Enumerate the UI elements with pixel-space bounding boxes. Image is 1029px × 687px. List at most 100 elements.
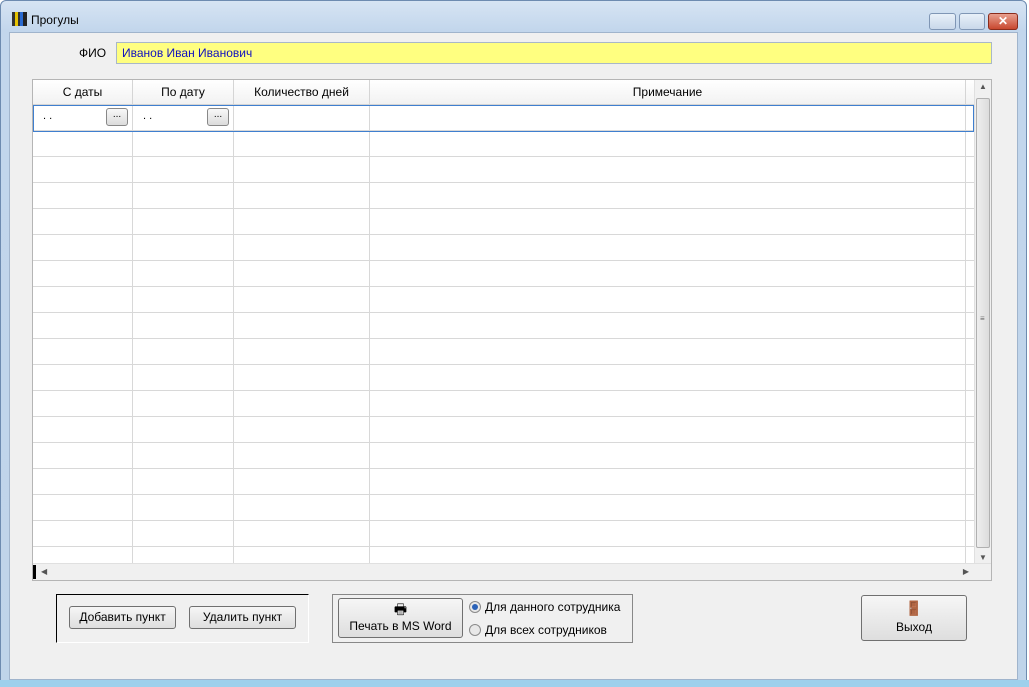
- from-date-cell[interactable]: . ....: [33, 105, 133, 131]
- column-header-days[interactable]: Количество дней: [234, 80, 370, 105]
- table-row[interactable]: . .... . ....: [33, 105, 974, 131]
- days-cell[interactable]: [234, 469, 370, 495]
- days-cell[interactable]: [234, 417, 370, 443]
- scroll-up-arrow-icon[interactable]: ▲: [979, 82, 987, 91]
- from-date-cell[interactable]: [33, 235, 133, 261]
- days-cell[interactable]: [234, 495, 370, 521]
- note-cell[interactable]: [370, 339, 966, 365]
- horizontal-scroll-thumb[interactable]: [33, 565, 36, 579]
- note-cell[interactable]: [370, 521, 966, 547]
- to-date-picker-button[interactable]: ...: [207, 108, 229, 126]
- table-row[interactable]: [33, 287, 974, 313]
- table-row[interactable]: [33, 313, 974, 339]
- table-row[interactable]: [33, 131, 974, 157]
- note-cell[interactable]: [370, 365, 966, 391]
- delete-item-button[interactable]: Удалить пункт: [189, 606, 296, 629]
- note-cell[interactable]: [370, 183, 966, 209]
- from-date-cell[interactable]: [33, 157, 133, 183]
- to-date-cell[interactable]: [133, 235, 234, 261]
- note-cell[interactable]: [370, 495, 966, 521]
- days-cell[interactable]: [234, 521, 370, 547]
- radio-current-employee-label[interactable]: Для данного сотрудника: [485, 600, 620, 614]
- days-cell[interactable]: [234, 391, 370, 417]
- days-cell[interactable]: [234, 157, 370, 183]
- to-date-cell[interactable]: [133, 157, 234, 183]
- days-cell[interactable]: [234, 339, 370, 365]
- note-cell[interactable]: [370, 209, 966, 235]
- to-date-cell[interactable]: [133, 521, 234, 547]
- table-row[interactable]: [33, 495, 974, 521]
- note-cell[interactable]: [370, 469, 966, 495]
- from-date-cell[interactable]: [33, 417, 133, 443]
- days-cell[interactable]: [234, 131, 370, 157]
- column-header-from-date[interactable]: С даты: [33, 80, 133, 105]
- table-row[interactable]: [33, 417, 974, 443]
- note-cell[interactable]: [370, 443, 966, 469]
- from-date-cell[interactable]: [33, 261, 133, 287]
- note-cell[interactable]: [370, 417, 966, 443]
- scroll-down-arrow-icon[interactable]: ▼: [979, 553, 987, 562]
- to-date-cell[interactable]: [133, 417, 234, 443]
- to-date-cell[interactable]: [133, 365, 234, 391]
- to-date-cell[interactable]: [133, 287, 234, 313]
- from-date-cell[interactable]: [33, 469, 133, 495]
- table-row[interactable]: [33, 365, 974, 391]
- radio-all-employees-label[interactable]: Для всех сотрудников: [485, 623, 607, 637]
- horizontal-scrollbar[interactable]: ◀ ▶: [33, 563, 991, 580]
- table-row[interactable]: [33, 235, 974, 261]
- to-date-cell[interactable]: [133, 469, 234, 495]
- radio-all-employees[interactable]: [469, 624, 481, 636]
- note-cell[interactable]: [370, 157, 966, 183]
- from-date-cell[interactable]: [33, 313, 133, 339]
- from-date-cell[interactable]: [33, 287, 133, 313]
- from-date-cell[interactable]: [33, 521, 133, 547]
- note-cell[interactable]: [370, 313, 966, 339]
- days-cell[interactable]: [234, 365, 370, 391]
- from-date-cell[interactable]: [33, 339, 133, 365]
- from-date-cell[interactable]: [33, 391, 133, 417]
- to-date-cell[interactable]: [133, 443, 234, 469]
- vertical-scroll-thumb[interactable]: ≡: [976, 98, 990, 548]
- days-cell[interactable]: [234, 287, 370, 313]
- table-row[interactable]: [33, 183, 974, 209]
- note-cell[interactable]: [370, 105, 966, 131]
- to-date-cell[interactable]: [133, 339, 234, 365]
- table-row[interactable]: [33, 469, 974, 495]
- from-date-picker-button[interactable]: ...: [106, 108, 128, 126]
- exit-button[interactable]: 🚪 Выход: [861, 595, 967, 641]
- note-cell[interactable]: [370, 261, 966, 287]
- column-header-to-date[interactable]: По дату: [133, 80, 234, 105]
- table-row[interactable]: [33, 209, 974, 235]
- from-date-cell[interactable]: [33, 183, 133, 209]
- minimize-button[interactable]: [929, 13, 956, 30]
- fio-field[interactable]: Иванов Иван Иванович: [116, 42, 992, 64]
- note-cell[interactable]: [370, 287, 966, 313]
- from-date-cell[interactable]: [33, 495, 133, 521]
- note-cell[interactable]: [370, 391, 966, 417]
- from-date-cell[interactable]: [33, 365, 133, 391]
- to-date-cell[interactable]: [133, 391, 234, 417]
- maximize-button[interactable]: [959, 13, 985, 30]
- days-cell[interactable]: [234, 183, 370, 209]
- from-date-cell[interactable]: [33, 131, 133, 157]
- table-row[interactable]: [33, 339, 974, 365]
- days-cell[interactable]: [234, 209, 370, 235]
- days-cell[interactable]: [234, 105, 370, 131]
- days-cell[interactable]: [234, 313, 370, 339]
- to-date-cell[interactable]: [133, 209, 234, 235]
- radio-current-employee[interactable]: [469, 601, 481, 613]
- column-header-note[interactable]: Примечание: [370, 80, 966, 105]
- table-row[interactable]: [33, 443, 974, 469]
- days-cell[interactable]: [234, 261, 370, 287]
- table-row[interactable]: [33, 391, 974, 417]
- vertical-scrollbar[interactable]: ▲ ≡ ▼: [974, 80, 991, 564]
- table-row[interactable]: [33, 157, 974, 183]
- to-date-cell[interactable]: [133, 313, 234, 339]
- scroll-right-arrow-icon[interactable]: ▶: [963, 567, 969, 576]
- from-date-cell[interactable]: [33, 209, 133, 235]
- scroll-left-arrow-icon[interactable]: ◀: [41, 567, 47, 576]
- to-date-cell[interactable]: . ....: [133, 105, 234, 131]
- to-date-cell[interactable]: [133, 183, 234, 209]
- to-date-cell[interactable]: [133, 261, 234, 287]
- print-word-button[interactable]: 🖶 Печать в MS Word: [338, 598, 463, 638]
